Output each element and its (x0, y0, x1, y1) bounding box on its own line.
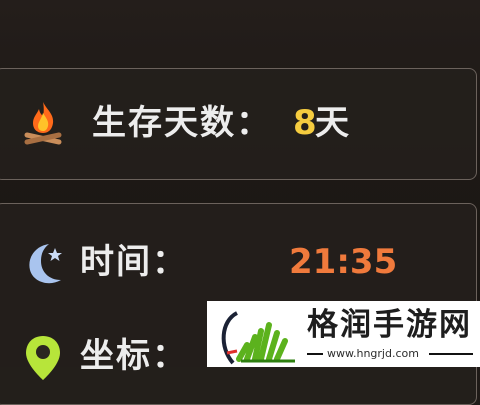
time-row: 时间： 21:35 (0, 234, 476, 290)
time-value: 21:35 (289, 242, 398, 282)
site-watermark: 格润手游网 www.hngrjd.com (207, 301, 480, 367)
campfire-icon (23, 100, 63, 150)
coordinates-label: 坐标： (80, 336, 188, 376)
watermark-divider-right (429, 353, 473, 355)
survival-days-row: 生存天数： 8 天 (0, 95, 476, 151)
survival-days-label: 生存天数： (92, 103, 272, 143)
watermark-url: www.hngrjd.com (327, 347, 419, 360)
moon-icon (21, 238, 71, 292)
location-pin-icon (23, 334, 63, 386)
survival-days-value: 8 (293, 103, 317, 143)
survival-days-unit: 天 (315, 103, 349, 143)
survival-days-panel: 生存天数： 8 天 (0, 68, 477, 180)
grass-logo-icon (215, 307, 301, 371)
watermark-title: 格润手游网 (307, 307, 472, 343)
watermark-divider-left (307, 353, 323, 355)
time-label: 时间： (80, 242, 188, 282)
